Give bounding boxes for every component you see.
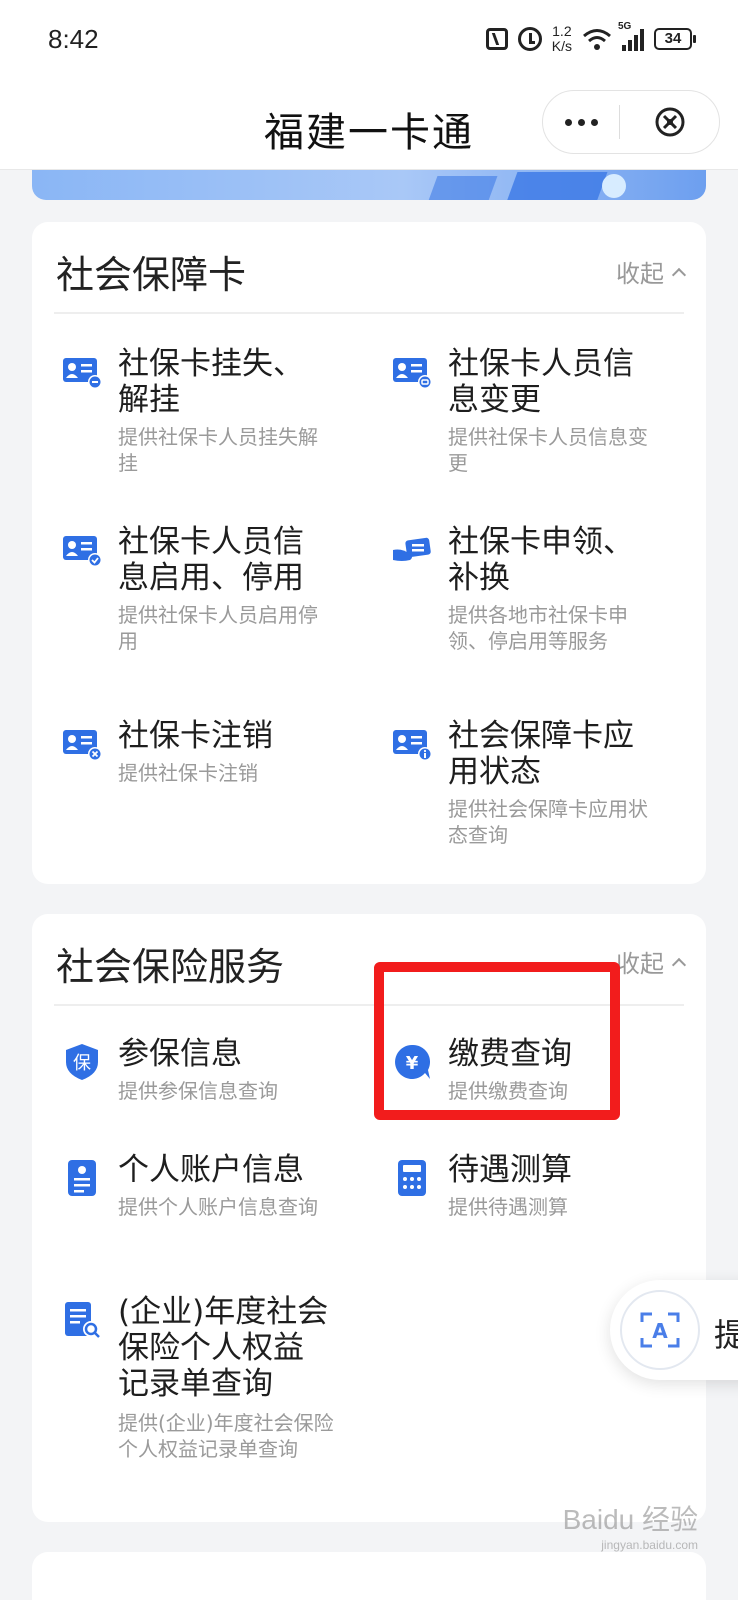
mini-program-capsule: [542, 90, 720, 154]
service-item-annual-rights-record[interactable]: (企业)年度社会保险个人权益记录单查询 提供(企业)年度社会保险个人权益记录单查…: [62, 1294, 362, 1494]
cellular-signal-icon: 5G: [618, 21, 644, 51]
item-description: 提供社保卡人员信息变更: [448, 425, 648, 475]
item-description: 提供各地市社保卡申领、停启用等服务: [448, 603, 628, 653]
account-doc-icon: [68, 1160, 96, 1196]
id-card-info-icon: [393, 730, 432, 761]
baidu-watermark: Baidu 经验 jingyan.baidu.com: [562, 1504, 698, 1552]
status-bar: 8:42 1.2 K/s 5G 34: [0, 0, 738, 82]
service-item-card-info-change[interactable]: 社保卡人员信息变更 提供社保卡人员信息变更: [392, 346, 692, 486]
item-title: 个人账户信息: [118, 1152, 304, 1188]
next-section-card: [32, 1552, 706, 1600]
floating-button-label: 提: [714, 1316, 738, 1354]
item-title: 社保卡申领、补换: [448, 524, 634, 596]
close-mini-program-icon[interactable]: [620, 91, 719, 153]
calculator-icon: [398, 1160, 426, 1196]
section-title: 社会保险服务: [56, 945, 285, 989]
text-recognition-icon: A: [620, 1290, 700, 1370]
service-item-insurance-info[interactable]: 保 参保信息 提供参保信息查询: [62, 1036, 362, 1116]
service-item-card-cancel[interactable]: 社保卡注销 提供社保卡注销: [62, 718, 362, 808]
item-description: 提供社会保障卡应用状态查询: [448, 797, 648, 847]
alarm-icon: [517, 27, 542, 51]
battery-icon: 34: [654, 28, 696, 50]
item-description: 提供社保卡人员启用停用: [118, 603, 318, 653]
service-item-card-apply-replace[interactable]: 社保卡申领、补换 提供各地市社保卡申领、停启用等服务: [392, 524, 692, 664]
collapse-button[interactable]: 收起: [616, 254, 687, 289]
service-item-card-loss-report[interactable]: 社保卡挂失、解挂 提供社保卡人员挂失解挂: [62, 346, 362, 486]
shield-bao-icon: 保: [66, 1044, 98, 1080]
id-card-check-icon: [63, 536, 102, 567]
item-title: 参保信息: [118, 1036, 242, 1072]
app-header: 福建一卡通: [0, 82, 738, 170]
section-divider: [54, 312, 684, 314]
item-description: 提供(企业)年度社会保险个人权益记录单查询: [118, 1411, 334, 1461]
highlight-annotation-box: [374, 962, 620, 1120]
floating-assistant-button[interactable]: A 提: [610, 1280, 738, 1380]
banner-image[interactable]: [32, 170, 706, 200]
status-icons: 1.2 K/s 5G 34: [485, 21, 696, 56]
item-title: 待遇测算: [448, 1152, 572, 1188]
section-title: 社会保障卡: [56, 253, 247, 297]
collapse-button[interactable]: 收起: [616, 944, 687, 979]
item-title: 社保卡注销: [118, 718, 273, 754]
item-description: 提供参保信息查询: [118, 1079, 278, 1103]
item-title: 社保卡人员信息启用、停用: [118, 524, 304, 596]
id-card-cancel-icon: [63, 730, 102, 761]
status-time: 8:42: [48, 24, 99, 54]
item-description: 提供个人账户信息查询: [118, 1195, 318, 1219]
item-title: 社保卡人员信息变更: [448, 346, 634, 418]
svg-text:A: A: [652, 1319, 668, 1343]
service-item-card-app-status[interactable]: 社会保障卡应用状态 提供社会保障卡应用状态查询: [392, 718, 692, 858]
chevron-up-icon: [671, 957, 687, 972]
item-description: 提供社保卡注销: [118, 761, 258, 785]
card-hand-icon: [393, 537, 431, 561]
network-speed: 1.2 K/s: [551, 23, 572, 54]
svg-text:保: 保: [73, 1053, 91, 1074]
wifi-icon: [583, 29, 611, 50]
service-item-card-enable-disable[interactable]: 社保卡人员信息启用、停用 提供社保卡人员启用停用: [62, 524, 362, 664]
item-title: (企业)年度社会保险个人权益记录单查询: [118, 1294, 329, 1402]
id-card-minus-icon: [63, 358, 102, 389]
nfc-icon: [485, 28, 508, 50]
service-item-benefit-calc[interactable]: 待遇测算 提供待遇测算: [392, 1152, 692, 1232]
more-options-icon[interactable]: [543, 91, 619, 153]
service-item-personal-account[interactable]: 个人账户信息 提供个人账户信息查询: [62, 1152, 362, 1262]
item-description: 提供社保卡人员挂失解挂: [118, 425, 318, 475]
item-description: 提供待遇测算: [448, 1195, 568, 1219]
id-card-edit-icon: [393, 358, 432, 389]
item-title: 社会保障卡应用状态: [448, 718, 634, 790]
doc-search-icon: [65, 1302, 100, 1338]
social-security-card-section: 社会保障卡 收起 社保卡挂失、解挂 提供社保卡人员挂失解挂 社保卡人员信息变更 …: [32, 222, 706, 884]
item-title: 社保卡挂失、解挂: [118, 346, 304, 418]
chevron-up-icon: [671, 267, 687, 282]
